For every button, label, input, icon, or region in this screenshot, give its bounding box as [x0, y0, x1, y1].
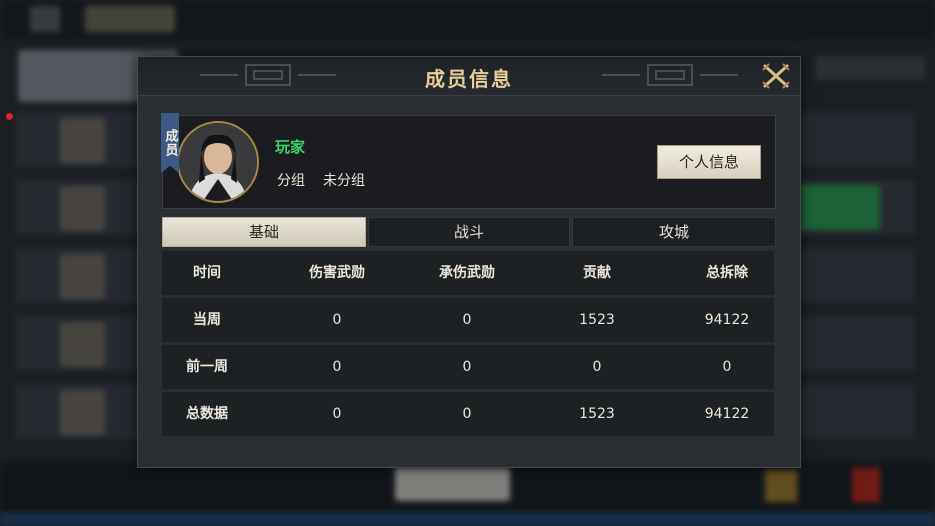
tab-combat[interactable]: 战斗	[368, 217, 570, 247]
tab-basic[interactable]: 基础	[162, 217, 366, 247]
table-cell: 0	[332, 312, 342, 328]
background-avatar	[60, 322, 105, 367]
table-row: 当周 0 0 1523 94122	[162, 298, 774, 342]
table-cell: 0	[332, 359, 342, 375]
member-rank-tag: 成员	[161, 113, 179, 173]
background-back-button	[30, 6, 60, 32]
table-row: 总数据 0 0 1523 94122	[162, 392, 774, 436]
table-cell: 1523	[579, 406, 615, 422]
background-green-badge	[800, 185, 880, 230]
table-cell: 0	[722, 359, 732, 375]
table-header-row: 时间 伤害武勋 承伤武勋 贡献 总拆除	[162, 251, 774, 295]
table-cell: 0	[462, 312, 472, 328]
member-info-dialog: 成员信息 成员 玩家 分组 未分组 个人信息 基础 战斗 攻城 时间 伤害武勋	[137, 56, 801, 468]
row-label: 总数据	[186, 406, 228, 422]
dialog-header: 成员信息	[138, 57, 800, 96]
avatar	[177, 121, 259, 203]
table-cell: 0	[462, 406, 472, 422]
column-header: 贡献	[583, 265, 611, 281]
notification-dot-icon	[6, 113, 13, 120]
column-header: 伤害武勋	[309, 265, 365, 281]
table-cell: 1523	[579, 312, 615, 328]
member-card: 成员 玩家 分组 未分组 个人信息	[161, 113, 776, 209]
group-label: 分组	[277, 173, 305, 189]
tab-siege[interactable]: 攻城	[572, 217, 776, 247]
background-right-button	[815, 56, 925, 80]
background-avatar	[60, 186, 105, 231]
column-header: 承伤武勋	[439, 265, 495, 281]
column-header: 总拆除	[706, 265, 748, 281]
close-icon[interactable]	[760, 61, 792, 91]
column-header: 时间	[193, 265, 221, 281]
personal-info-button[interactable]: 个人信息	[657, 145, 761, 179]
background-blue-edge	[0, 512, 935, 526]
row-label: 当周	[193, 312, 221, 328]
row-label: 前一周	[186, 359, 228, 375]
background-bottom-button	[395, 467, 510, 501]
background-avatar	[60, 118, 105, 163]
player-name: 玩家	[275, 138, 306, 156]
table-row: 前一周 0 0 0 0	[162, 345, 774, 389]
table-cell: 94122	[704, 312, 750, 328]
table-cell: 0	[592, 359, 602, 375]
dialog-title: 成员信息	[425, 67, 513, 91]
background-avatar	[60, 254, 105, 299]
background-red-icon	[852, 468, 880, 502]
table-cell: 94122	[704, 406, 750, 422]
table-cell: 0	[462, 359, 472, 375]
group-value: 未分组	[323, 173, 365, 189]
background-gold-icon	[765, 470, 797, 502]
background-avatar	[60, 390, 105, 435]
table-cell: 0	[332, 406, 342, 422]
background-title	[85, 6, 175, 32]
player-portrait-icon	[179, 123, 257, 201]
stats-table: 时间 伤害武勋 承伤武勋 贡献 总拆除 当周 0 0 1523 94122 前一…	[162, 251, 774, 439]
